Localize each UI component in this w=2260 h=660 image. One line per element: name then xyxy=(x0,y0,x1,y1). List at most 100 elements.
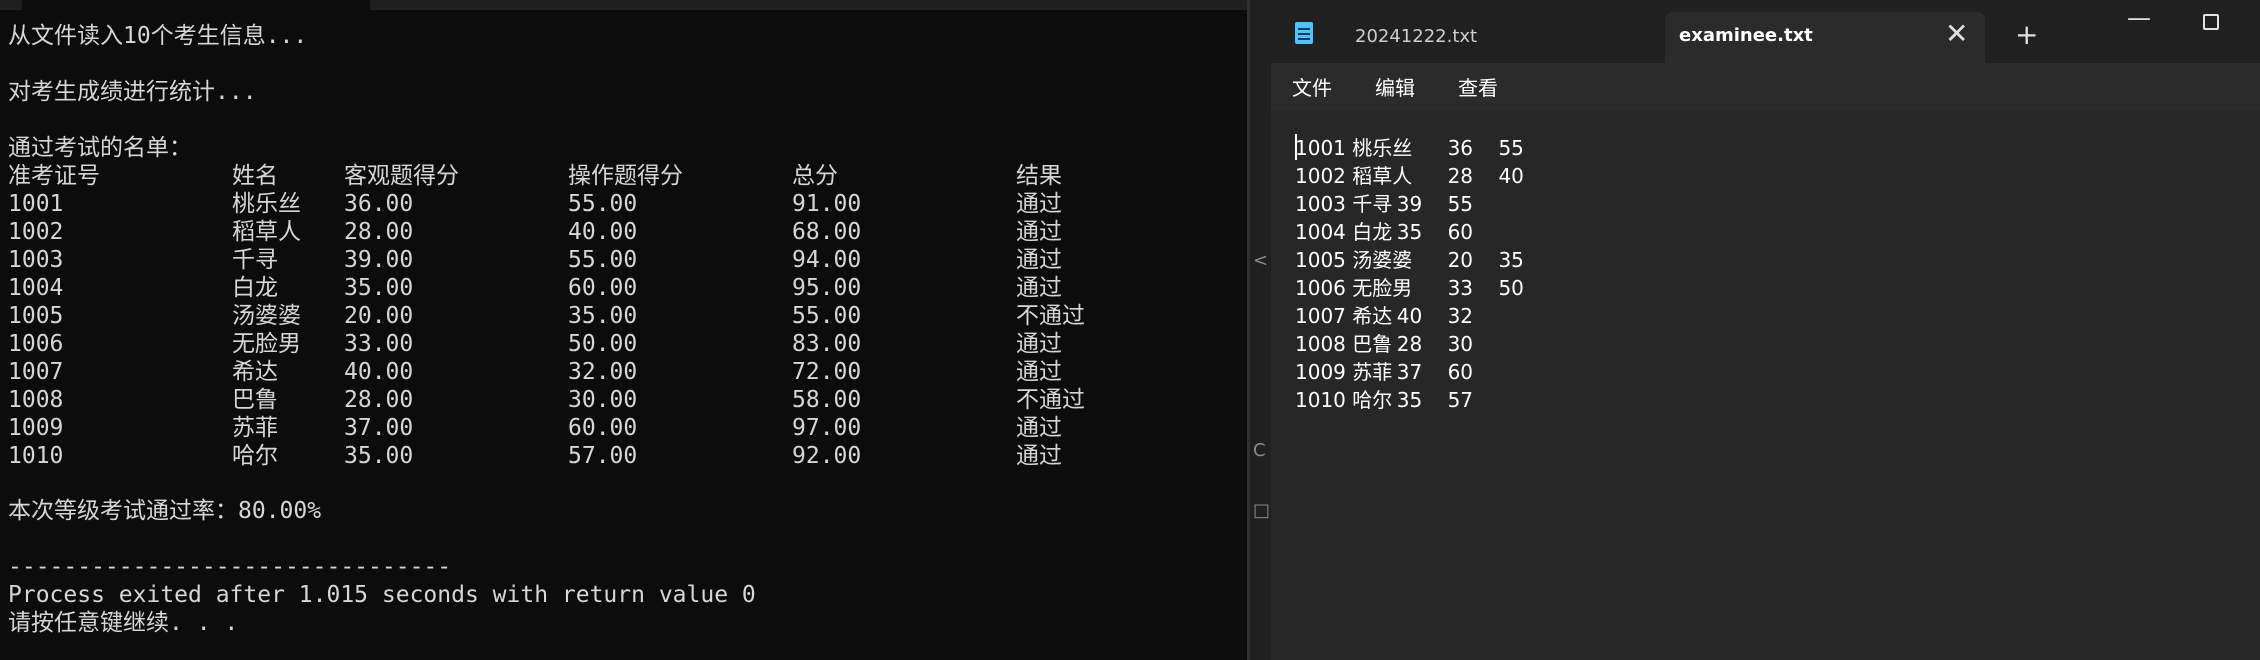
notepad-titlebar[interactable]: 20241222.txt examinee.txt ✕ + — xyxy=(1271,0,2260,63)
cell-op: 60.00 xyxy=(568,415,638,441)
notepad-text-line: 1008 巴鲁 28 30 xyxy=(1295,332,1474,356)
notepad-text-line: 1005 汤婆婆 20 35 xyxy=(1295,248,1524,272)
console-line-intro1: 从文件读入10个考生信息... xyxy=(8,23,308,49)
console-line-pass-rate: 本次等级考试通过率：80.00% xyxy=(8,498,322,524)
tab-examinee-label: examinee.txt xyxy=(1679,25,1813,46)
console-table-header: 准考证号 姓名 客观题得分 操作题得分 总分 结果 xyxy=(8,162,1062,190)
cell-op: 60.00 xyxy=(568,275,638,301)
cell-obj: 28.00 xyxy=(344,387,414,413)
cell-id: 1009 xyxy=(8,415,64,441)
cell-obj: 20.00 xyxy=(344,303,414,329)
header-id: 准考证号 xyxy=(8,163,100,189)
cell-id: 1005 xyxy=(8,303,64,329)
desktop-gap: < C □ xyxy=(1247,0,1271,660)
cell-total: 83.00 xyxy=(792,331,862,357)
cell-result: 通过 xyxy=(1016,415,1062,441)
cell-result: 通过 xyxy=(1016,191,1062,217)
cell-result: 通过 xyxy=(1016,331,1062,357)
window-edge xyxy=(1247,0,1250,660)
console-line-pass-list-title: 通过考试的名单： xyxy=(8,135,192,161)
notepad-text-line: 1010 哈尔 35 57 xyxy=(1295,388,1474,412)
notepad-menubar: 文件 编辑 查看 xyxy=(1271,63,2260,110)
cell-result: 通过 xyxy=(1016,359,1062,385)
notepad-text-line: 1003 千寻 39 55 xyxy=(1295,192,1474,216)
menu-view[interactable]: 查看 xyxy=(1458,72,1498,101)
cell-name: 希达 xyxy=(232,359,278,385)
console-line-separator: -------------------------------- xyxy=(8,554,452,580)
cell-obj: 35.00 xyxy=(344,443,414,469)
notepad-text-line: 1007 希达 40 32 xyxy=(1295,304,1474,328)
cell-op: 55.00 xyxy=(568,247,638,273)
top-strip-segment xyxy=(370,0,1247,10)
cell-id: 1004 xyxy=(8,275,64,301)
minimize-icon[interactable]: — xyxy=(2127,4,2151,32)
console-line-press-key: 请按任意键继续. . . xyxy=(8,610,239,636)
cell-id: 1008 xyxy=(8,387,64,413)
cell-total: 55.00 xyxy=(792,303,862,329)
cell-name: 巴鲁 xyxy=(232,387,278,413)
new-tab-icon[interactable]: + xyxy=(2015,18,2038,51)
cell-total: 97.00 xyxy=(792,415,862,441)
cell-result: 不通过 xyxy=(1016,303,1085,329)
cell-total: 72.00 xyxy=(792,359,862,385)
console-top-strip xyxy=(0,0,1247,10)
header-operation: 操作题得分 xyxy=(568,163,683,189)
notepad-text-line: 1006 无脸男 33 50 xyxy=(1295,276,1524,300)
cell-name: 稻草人 xyxy=(232,219,301,245)
notepad-window[interactable]: 20241222.txt examinee.txt ✕ + — 文件 编辑 查看… xyxy=(1271,0,2260,660)
cell-result: 通过 xyxy=(1016,219,1062,245)
menu-file[interactable]: 文件 xyxy=(1292,72,1332,101)
console-line-intro2: 对考生成绩进行统计... xyxy=(8,79,257,105)
partial-icon: □ xyxy=(1253,500,1271,521)
cell-id: 1002 xyxy=(8,219,64,245)
menu-edit[interactable]: 编辑 xyxy=(1375,72,1415,101)
tab-20241222[interactable]: 20241222.txt xyxy=(1355,26,1477,47)
header-total: 总分 xyxy=(792,163,838,189)
close-tab-icon[interactable]: ✕ xyxy=(1945,19,1968,49)
cell-total: 94.00 xyxy=(792,247,862,273)
header-name: 姓名 xyxy=(232,163,278,189)
notepad-text-line: 1001 桃乐丝 36 55 xyxy=(1295,136,1524,160)
cell-total: 68.00 xyxy=(792,219,862,245)
partial-icon: < xyxy=(1253,250,1269,271)
cell-result: 通过 xyxy=(1016,443,1062,469)
cell-op: 35.00 xyxy=(568,303,638,329)
console-window[interactable]: 从文件读入10个考生信息... 对考生成绩进行统计... 通过考试的名单： 准考… xyxy=(0,0,1247,660)
cell-name: 白龙 xyxy=(232,275,278,301)
cell-obj: 39.00 xyxy=(344,247,414,273)
cell-obj: 40.00 xyxy=(344,359,414,385)
cell-name: 千寻 xyxy=(232,247,278,273)
cell-op: 57.00 xyxy=(568,443,638,469)
cell-obj: 33.00 xyxy=(344,331,414,357)
cell-obj: 28.00 xyxy=(344,219,414,245)
header-objective: 客观题得分 xyxy=(344,163,459,189)
maximize-icon[interactable] xyxy=(2203,14,2219,30)
cell-obj: 37.00 xyxy=(344,415,414,441)
notepad-app-icon xyxy=(1295,22,1313,44)
notepad-text-line: 1002 稻草人 28 40 xyxy=(1295,164,1524,188)
cell-total: 92.00 xyxy=(792,443,862,469)
cell-op: 40.00 xyxy=(568,219,638,245)
cell-result: 不通过 xyxy=(1016,387,1085,413)
cell-total: 58.00 xyxy=(792,387,862,413)
notepad-text-line: 1009 苏菲 37 60 xyxy=(1295,360,1474,384)
cell-total: 95.00 xyxy=(792,275,862,301)
cell-name: 汤婆婆 xyxy=(232,303,301,329)
cell-id: 1003 xyxy=(8,247,64,273)
cell-id: 1010 xyxy=(8,443,64,469)
cell-id: 1001 xyxy=(8,191,64,217)
tab-examinee[interactable]: examinee.txt ✕ xyxy=(1665,12,1985,63)
cell-result: 通过 xyxy=(1016,247,1062,273)
partial-icon: C xyxy=(1253,440,1266,461)
cell-result: 通过 xyxy=(1016,275,1062,301)
header-result: 结果 xyxy=(1016,163,1062,189)
cell-id: 1006 xyxy=(8,331,64,357)
cell-obj: 36.00 xyxy=(344,191,414,217)
cell-op: 50.00 xyxy=(568,331,638,357)
notepad-text-line: 1004 白龙 35 60 xyxy=(1295,220,1474,244)
console-line-process-exit: Process exited after 1.015 seconds with … xyxy=(8,582,756,608)
cell-name: 无脸男 xyxy=(232,331,301,357)
cell-op: 32.00 xyxy=(568,359,638,385)
cell-name: 桃乐丝 xyxy=(232,191,301,217)
cell-name: 苏菲 xyxy=(232,415,278,441)
